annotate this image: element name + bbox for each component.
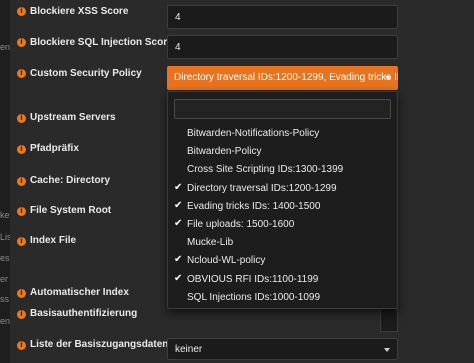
info-icon[interactable]: i	[17, 341, 26, 350]
cache-directory-label: Cache: Directory	[30, 175, 111, 186]
custom-security-policy-select[interactable]: Directory traversal IDs:1200-1299, Evadi…	[167, 66, 398, 90]
info-icon[interactable]: i	[17, 38, 26, 47]
dropdown-option[interactable]: Bitwarden-Notifications-Policy	[168, 125, 397, 143]
dropdown-option-label: Directory traversal IDs:1200-1299	[187, 182, 337, 194]
checkmark-icon: ✔	[174, 199, 183, 211]
basic-auth-list-label: Liste der Basiszugangsdaten	[30, 339, 169, 350]
dropdown-option-label: Mucke-Lib	[187, 237, 234, 249]
dropdown-option-label: Cross Site Scripting IDs:1300-1399	[187, 164, 344, 176]
info-icon[interactable]: i	[17, 177, 26, 186]
dropdown-option-label: Bitwarden-Policy	[187, 146, 262, 158]
auto-index-label: Automatischer Index	[30, 287, 129, 298]
file-system-root-label: File System Root	[30, 205, 112, 216]
checkmark-icon: ✔	[174, 254, 183, 266]
info-icon[interactable]: i	[17, 310, 26, 319]
left-sidebar: eng ke List es er ss ens	[0, 0, 10, 363]
sqli-score-input[interactable]: 4	[167, 35, 398, 59]
basic-auth-list-value: keiner	[175, 344, 203, 355]
upstream-servers-label: Upstream Servers	[30, 112, 116, 123]
sidebar-fragment[interactable]: es	[0, 253, 10, 263]
dropdown-option[interactable]: ✔ OBVIOUS RFI IDs:1100-1199	[168, 271, 397, 289]
custom-security-policy-label: Custom Security Policy	[30, 68, 142, 79]
sidebar-fragment[interactable]: ens	[0, 316, 10, 326]
basic-auth-list-select[interactable]: keiner	[167, 338, 398, 360]
sqli-score-value: 4	[175, 42, 181, 53]
info-icon[interactable]: i	[17, 289, 26, 298]
checkmark-icon: ✔	[174, 218, 183, 229]
path-prefix-label: Pfadpräfix	[30, 143, 79, 154]
info-icon[interactable]: i	[17, 237, 26, 246]
dropdown-option[interactable]: ✔ File uploads: 1500-1600	[168, 216, 397, 234]
caret-down-icon	[384, 348, 390, 352]
dropdown-option-label: Bitwarden-Notifications-Policy	[187, 128, 320, 139]
info-icon[interactable]: i	[17, 114, 26, 123]
sidebar-fragment[interactable]: ss	[0, 294, 9, 304]
info-icon[interactable]: i	[17, 7, 26, 16]
dropdown-option[interactable]: ✔ Evading tricks IDs: 1400-1500	[168, 198, 397, 216]
custom-security-policy-value: Directory traversal IDs:1200-1299, Evadi…	[174, 72, 398, 83]
basic-auth-label: Basisauthentifizierung	[30, 308, 138, 319]
dropdown-option[interactable]: Mucke-Lib	[168, 234, 397, 252]
sqli-score-label: Blockiere SQL Injection Score	[30, 37, 173, 48]
dropdown-option[interactable]: Cross Site Scripting IDs:1300-1399	[168, 161, 397, 179]
dropdown-option[interactable]: SQL Injections IDs:1000-1099	[168, 289, 397, 307]
basic-auth-input[interactable]	[380, 308, 398, 332]
dropdown-option-label: Ncloud-WL-policy	[187, 255, 266, 267]
dropdown-option[interactable]: Bitwarden-Policy	[168, 143, 397, 161]
sidebar-fragment[interactable]: eng	[0, 42, 10, 52]
sidebar-fragment[interactable]: er	[0, 274, 8, 284]
xss-score-value: 4	[175, 12, 181, 23]
xss-score-input[interactable]: 4	[167, 5, 398, 29]
info-icon[interactable]: i	[17, 145, 26, 154]
checkmark-icon: ✔	[174, 272, 183, 284]
dropdown-option-label: File uploads: 1500-1600	[187, 219, 295, 230]
sidebar-fragment[interactable]: List	[0, 232, 10, 242]
dropdown-option-label: OBVIOUS RFI IDs:1100-1199	[187, 273, 319, 285]
sidebar-fragment[interactable]: ke	[0, 210, 10, 220]
dropdown-search-input[interactable]	[174, 99, 391, 119]
xss-score-label: Blockiere XSS Score	[30, 6, 129, 17]
info-icon[interactable]: i	[17, 69, 26, 78]
caret-down-icon	[385, 76, 391, 80]
security-policy-dropdown: Bitwarden-Notifications-Policy Bitwarden-…	[167, 91, 398, 309]
info-icon[interactable]: i	[17, 207, 26, 216]
dropdown-option-label: Evading tricks IDs: 1400-1500	[187, 200, 321, 212]
index-file-label: Index File	[30, 235, 77, 246]
dropdown-option[interactable]: ✔ Ncloud-WL-policy	[168, 252, 397, 270]
dropdown-option[interactable]: ✔ Directory traversal IDs:1200-1299	[168, 180, 397, 198]
dropdown-option-label: SQL Injections IDs:1000-1099	[187, 291, 321, 303]
checkmark-icon: ✔	[174, 181, 183, 193]
